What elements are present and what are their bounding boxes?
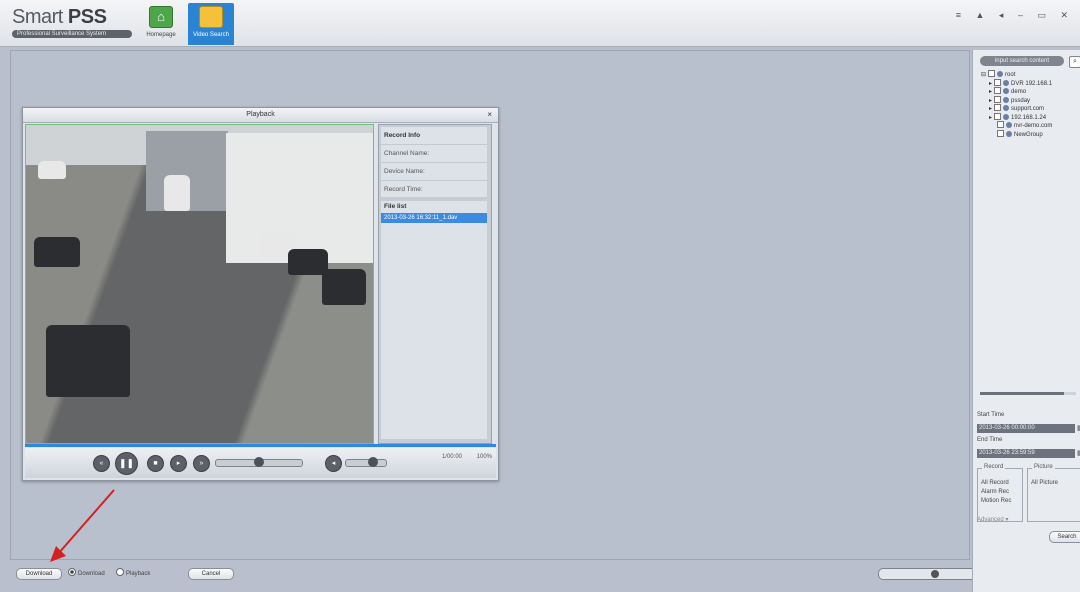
tree-item[interactable]: ▸ DVR 192.168.1: [981, 78, 1080, 88]
app-logo: Smart PSS Professional Surveillance Syst…: [12, 6, 132, 38]
volume-icon[interactable]: ◂: [325, 455, 342, 472]
playback-controls: « ❚❚ ■ ▸ » ◂ 1/00:00 100%: [25, 448, 496, 478]
fast-icon[interactable]: »: [193, 455, 210, 472]
volume-slider[interactable]: [345, 457, 387, 467]
list-item[interactable]: 2013-03-26 16:32:11_1.dav: [381, 213, 487, 223]
start-time-field[interactable]: 2013-03-26 00:00:00: [977, 424, 1075, 433]
close-icon[interactable]: ×: [487, 108, 492, 122]
picture-type-group: Picture All Picture: [1027, 464, 1080, 522]
search-input[interactable]: input search content: [980, 56, 1064, 66]
record-time-label: Record Time:: [381, 181, 487, 199]
tree-item[interactable]: NewGroup: [981, 129, 1080, 139]
download-button[interactable]: Download: [16, 568, 62, 580]
folder-icon: [199, 6, 223, 28]
slow-icon[interactable]: «: [93, 455, 110, 472]
picture-option[interactable]: All Picture: [1028, 479, 1080, 488]
bottom-bar: Download Download Playback Cancel: [10, 560, 978, 582]
top-bar: Smart PSS Professional Surveillance Syst…: [0, 0, 1080, 47]
video-frame[interactable]: [25, 124, 374, 444]
stop-icon[interactable]: ■: [147, 455, 164, 472]
download-radio[interactable]: Download: [68, 568, 105, 577]
playback-title-bar[interactable]: Playback ×: [23, 108, 498, 123]
tab-homepage-label: Homepage: [146, 32, 176, 38]
tree-item[interactable]: ▸ 192.168.1.24: [981, 112, 1080, 122]
search-icon[interactable]: ⌕: [1069, 56, 1080, 68]
device-tree: ⊟ root ▸ DVR 192.168.1 ▸ demo ▸ pssday ▸ supp…: [981, 70, 1080, 138]
playback-title: Playback: [246, 111, 275, 118]
tree-item[interactable]: ▸ support.com: [981, 104, 1080, 113]
frame-step-icon[interactable]: ▸: [170, 455, 187, 472]
device-name-label: Device Name:: [381, 163, 487, 181]
home-icon: ⌂: [149, 6, 173, 28]
file-list: File list 2013-03-26 16:32:11_1.dav: [381, 201, 487, 439]
file-list-heading: File list: [384, 203, 407, 210]
tree-item[interactable]: nvr-demo.com: [981, 121, 1080, 130]
tab-homepage[interactable]: ⌂ Homepage: [138, 3, 184, 45]
advanced-toggle[interactable]: Advanced ▾: [977, 516, 1008, 523]
pause-icon[interactable]: ❚❚: [115, 452, 138, 475]
window-controls[interactable]: ≡ ▲ ◂ – ▭ ✕: [956, 10, 1074, 21]
end-time-field[interactable]: 2013-03-26 23:59:59: [977, 449, 1075, 458]
record-panel: Record Info Channel Name: Device Name: R…: [378, 124, 492, 444]
channel-name-label: Channel Name:: [381, 145, 487, 163]
tree-item-root[interactable]: ⊟ root: [981, 70, 1080, 79]
start-time-label: Start Time: [977, 412, 1005, 418]
tree-item[interactable]: ▸ pssday: [981, 95, 1080, 105]
tab-video-search-label: Video Search: [193, 32, 229, 38]
playback-progress[interactable]: [25, 444, 496, 447]
sidebar: input search content ⌕ ⊟ root ▸ DVR 192.16…: [972, 50, 1080, 592]
cancel-button[interactable]: Cancel: [188, 568, 234, 580]
tab-video-search[interactable]: Video Search: [188, 3, 234, 45]
search-button[interactable]: Search: [1049, 531, 1080, 543]
tree-scrollbar[interactable]: [980, 392, 1076, 395]
playback-time: 1/00:00: [441, 454, 462, 460]
speed-slider[interactable]: [215, 457, 303, 467]
record-option[interactable]: All Record Alarm Rec Motion Rec: [978, 479, 1022, 506]
playback-zoom: 100%: [476, 454, 492, 460]
playback-radio[interactable]: Playback: [116, 568, 150, 577]
playback-window: Playback × Record Info Channel Name: Dev…: [22, 107, 499, 481]
tree-item[interactable]: ▸ demo: [981, 87, 1080, 96]
record-info: Record Info Channel Name: Device Name: R…: [381, 127, 487, 199]
zoom-slider[interactable]: [878, 568, 978, 580]
record-info-heading: Record Info: [381, 127, 487, 145]
end-time-label: End Time: [977, 437, 1003, 443]
record-type-group: Record All Record Alarm Rec Motion Rec: [977, 464, 1023, 522]
